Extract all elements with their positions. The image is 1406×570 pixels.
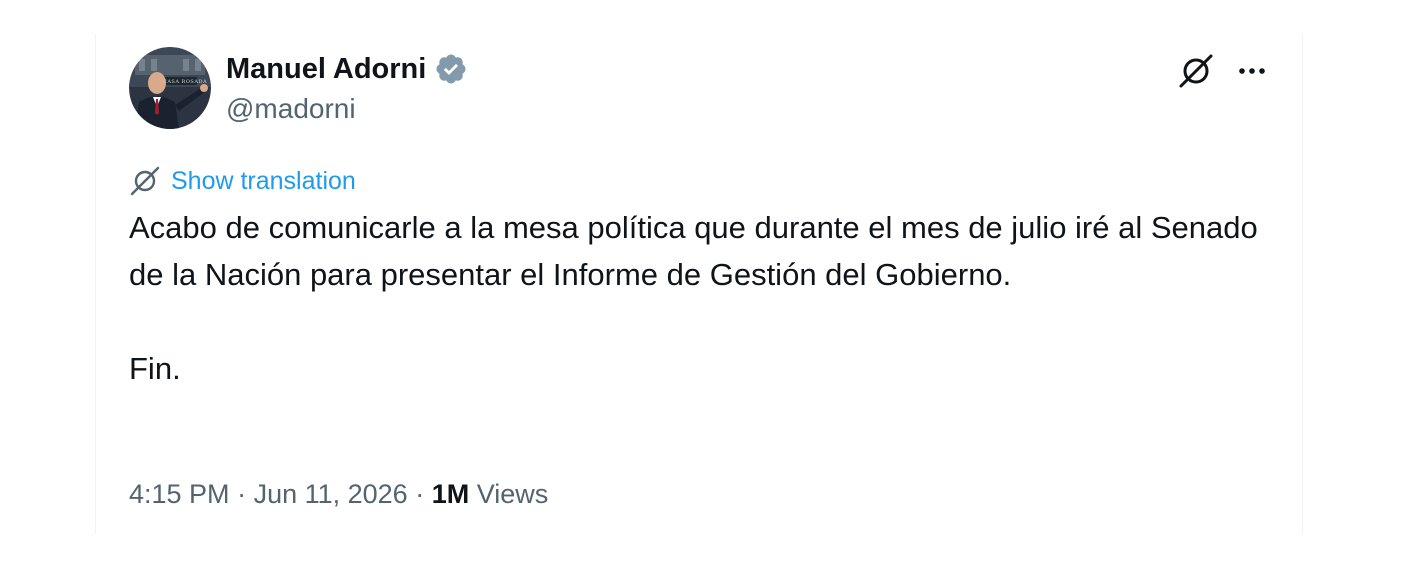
verified-badge-icon: [436, 54, 466, 84]
meta-separator: ·: [407, 479, 432, 509]
tweet-time[interactable]: 4:15 PM: [129, 479, 230, 509]
avatar-sign-text: CASA ROSADA: [163, 79, 208, 85]
author-handle[interactable]: @madorni: [226, 92, 356, 126]
show-translation-label[interactable]: Show translation: [171, 165, 356, 197]
views-label: Views: [476, 479, 549, 509]
grok-button[interactable]: [1177, 52, 1215, 90]
tweet-card[interactable]: CASA ROSADA Manuel Adorni @madorni Show …: [95, 34, 1303, 534]
globe-icon: [130, 166, 160, 196]
more-dots-icon: [1239, 68, 1265, 74]
grok-icon: [1179, 54, 1213, 88]
author-name[interactable]: Manuel Adorni: [226, 52, 426, 86]
tweet-paragraph: Acabo de comunicarle a la mesa política …: [129, 210, 1258, 292]
avatar-photo-icon: [129, 47, 211, 129]
tweet-date[interactable]: Jun 11, 2026: [254, 479, 408, 509]
tweet-meta: 4:15 PM · Jun 11, 2026 · 1M Views: [129, 476, 548, 512]
avatar[interactable]: CASA ROSADA: [129, 47, 211, 129]
author-name-row[interactable]: Manuel Adorni: [226, 52, 468, 86]
tweet-paragraph: Fin.: [129, 351, 181, 386]
show-translation-link[interactable]: Show translation: [129, 165, 356, 197]
views-count: 1M: [431, 479, 470, 509]
more-button[interactable]: [1235, 54, 1269, 88]
tweet-text: Acabo de comunicarle a la mesa política …: [129, 204, 1259, 392]
meta-separator: ·: [229, 479, 254, 509]
